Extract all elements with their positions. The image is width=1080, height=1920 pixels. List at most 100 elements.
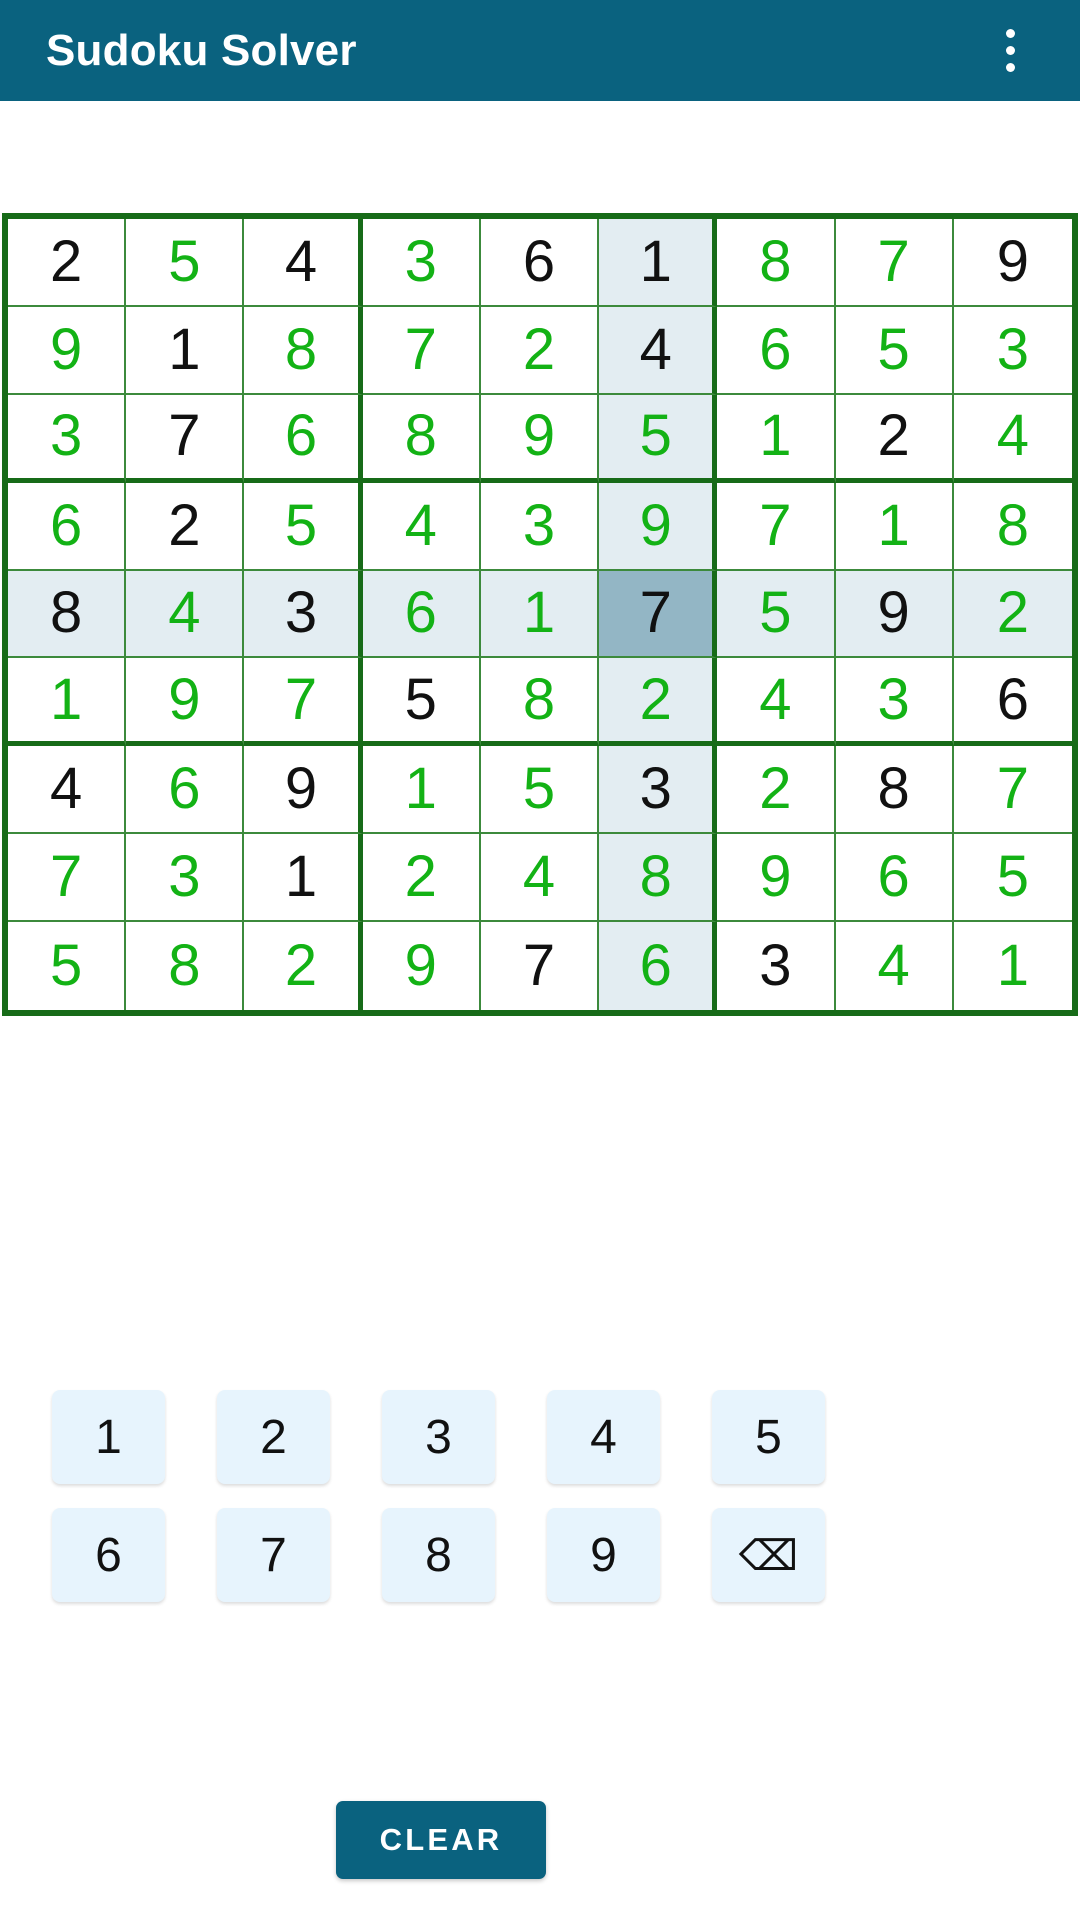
sudoku-cell[interactable]: 1	[835, 482, 954, 571]
sudoku-cell[interactable]: 4	[8, 746, 127, 835]
sudoku-cell[interactable]: 9	[717, 834, 836, 923]
sudoku-cell[interactable]: 8	[362, 394, 481, 483]
sudoku-cell[interactable]: 8	[953, 482, 1072, 571]
sudoku-cell[interactable]: 7	[244, 658, 363, 747]
number-key-8[interactable]: 8	[382, 1508, 495, 1602]
sudoku-cell[interactable]: 8	[126, 922, 245, 1010]
sudoku-cell[interactable]: 6	[480, 219, 600, 307]
sudoku-cell[interactable]: 4	[717, 658, 836, 747]
sudoku-cell[interactable]: 7	[953, 746, 1072, 835]
sudoku-cell[interactable]: 3	[953, 306, 1072, 395]
sudoku-cell[interactable]: 9	[244, 746, 363, 835]
sudoku-cell[interactable]: 7	[8, 834, 127, 923]
sudoku-cell[interactable]: 9	[126, 658, 245, 747]
sudoku-cell[interactable]: 4	[953, 394, 1072, 483]
sudoku-cell[interactable]: 3	[480, 482, 600, 571]
sudoku-cell[interactable]: 3	[244, 570, 363, 659]
sudoku-cell[interactable]: 2	[599, 658, 718, 747]
sudoku-cell[interactable]: 6	[953, 658, 1072, 747]
sudoku-cell[interactable]: 3	[599, 746, 718, 835]
overflow-menu-icon[interactable]	[978, 15, 1042, 87]
sudoku-cell-selected[interactable]: 7	[599, 570, 718, 659]
sudoku-cell[interactable]: 1	[953, 922, 1072, 1010]
sudoku-grid: 2543618799187246533768951246254397188436…	[8, 219, 1072, 1010]
sudoku-cell[interactable]: 9	[480, 394, 600, 483]
sudoku-cell[interactable]: 1	[480, 570, 600, 659]
sudoku-cell[interactable]: 3	[126, 834, 245, 923]
sudoku-cell[interactable]: 7	[126, 394, 245, 483]
sudoku-cell[interactable]: 6	[244, 394, 363, 483]
sudoku-cell[interactable]: 7	[480, 922, 600, 1010]
number-key-9[interactable]: 9	[547, 1508, 660, 1602]
sudoku-cell[interactable]: 5	[126, 219, 245, 307]
sudoku-cell[interactable]: 9	[953, 219, 1072, 307]
number-pad: 1 2 3 4 5 6 7 8 9 ⌫	[52, 1390, 1028, 1602]
sudoku-cell[interactable]: 4	[835, 922, 954, 1010]
sudoku-cell[interactable]: 3	[8, 394, 127, 483]
number-key-6[interactable]: 6	[52, 1508, 165, 1602]
sudoku-cell[interactable]: 9	[8, 306, 127, 395]
sudoku-cell[interactable]: 1	[362, 746, 481, 835]
number-key-4[interactable]: 4	[547, 1390, 660, 1484]
sudoku-cell[interactable]: 2	[480, 306, 600, 395]
sudoku-cell[interactable]: 5	[953, 834, 1072, 923]
sudoku-cell[interactable]: 9	[835, 570, 954, 659]
sudoku-cell[interactable]: 1	[599, 219, 718, 307]
number-key-1[interactable]: 1	[52, 1390, 165, 1484]
clear-button[interactable]: CLEAR	[336, 1801, 546, 1879]
sudoku-cell[interactable]: 2	[717, 746, 836, 835]
sudoku-cell[interactable]: 6	[126, 746, 245, 835]
sudoku-cell[interactable]: 8	[835, 746, 954, 835]
sudoku-cell[interactable]: 6	[362, 570, 481, 659]
sudoku-cell[interactable]: 5	[835, 306, 954, 395]
sudoku-cell[interactable]: 4	[599, 306, 718, 395]
sudoku-cell[interactable]: 3	[835, 658, 954, 747]
sudoku-cell[interactable]: 9	[599, 482, 718, 571]
sudoku-cell[interactable]: 5	[480, 746, 600, 835]
sudoku-cell[interactable]: 1	[244, 834, 363, 923]
sudoku-cell[interactable]: 5	[717, 570, 836, 659]
sudoku-cell[interactable]: 9	[362, 922, 481, 1010]
sudoku-cell[interactable]: 2	[953, 570, 1072, 659]
sudoku-cell[interactable]: 4	[362, 482, 481, 571]
sudoku-cell[interactable]: 2	[8, 219, 127, 307]
sudoku-cell[interactable]: 6	[8, 482, 127, 571]
sudoku-cell[interactable]: 7	[835, 219, 954, 307]
app-bar: Sudoku Solver	[0, 0, 1080, 101]
sudoku-cell[interactable]: 4	[480, 834, 600, 923]
sudoku-cell[interactable]: 8	[717, 219, 836, 307]
sudoku-cell[interactable]: 2	[835, 394, 954, 483]
sudoku-cell[interactable]: 1	[717, 394, 836, 483]
sudoku-cell[interactable]: 2	[244, 922, 363, 1010]
sudoku-cell[interactable]: 3	[717, 922, 836, 1010]
sudoku-cell[interactable]: 2	[362, 834, 481, 923]
sudoku-cell[interactable]: 1	[8, 658, 127, 747]
number-key-3[interactable]: 3	[382, 1390, 495, 1484]
number-pad-row: 6 7 8 9 ⌫	[52, 1508, 1028, 1602]
sudoku-cell[interactable]: 8	[480, 658, 600, 747]
number-key-5[interactable]: 5	[712, 1390, 825, 1484]
sudoku-cell[interactable]: 5	[8, 922, 127, 1010]
sudoku-cell[interactable]: 8	[599, 834, 718, 923]
sudoku-cell[interactable]: 8	[244, 306, 363, 395]
number-key-7[interactable]: 7	[217, 1508, 330, 1602]
sudoku-cell[interactable]: 4	[244, 219, 363, 307]
sudoku-cell[interactable]: 2	[126, 482, 245, 571]
sudoku-cell[interactable]: 6	[717, 306, 836, 395]
sudoku-cell[interactable]: 7	[717, 482, 836, 571]
sudoku-cell[interactable]: 5	[599, 394, 718, 483]
sudoku-cell[interactable]: 5	[362, 658, 481, 747]
backspace-icon[interactable]: ⌫	[712, 1508, 825, 1602]
sudoku-cell[interactable]: 4	[126, 570, 245, 659]
number-pad-row: 12345	[52, 1390, 1028, 1484]
sudoku-cell[interactable]: 8	[8, 570, 127, 659]
sudoku-cell[interactable]: 5	[244, 482, 363, 571]
sudoku-cell[interactable]: 7	[362, 306, 481, 395]
sudoku-cell[interactable]: 3	[362, 219, 481, 307]
overflow-dot	[1005, 29, 1015, 38]
number-key-2[interactable]: 2	[217, 1390, 330, 1484]
sudoku-cell[interactable]: 6	[835, 834, 954, 923]
sudoku-cell[interactable]: 1	[126, 306, 245, 395]
page-title: Sudoku Solver	[46, 25, 357, 75]
sudoku-cell[interactable]: 6	[599, 922, 718, 1010]
